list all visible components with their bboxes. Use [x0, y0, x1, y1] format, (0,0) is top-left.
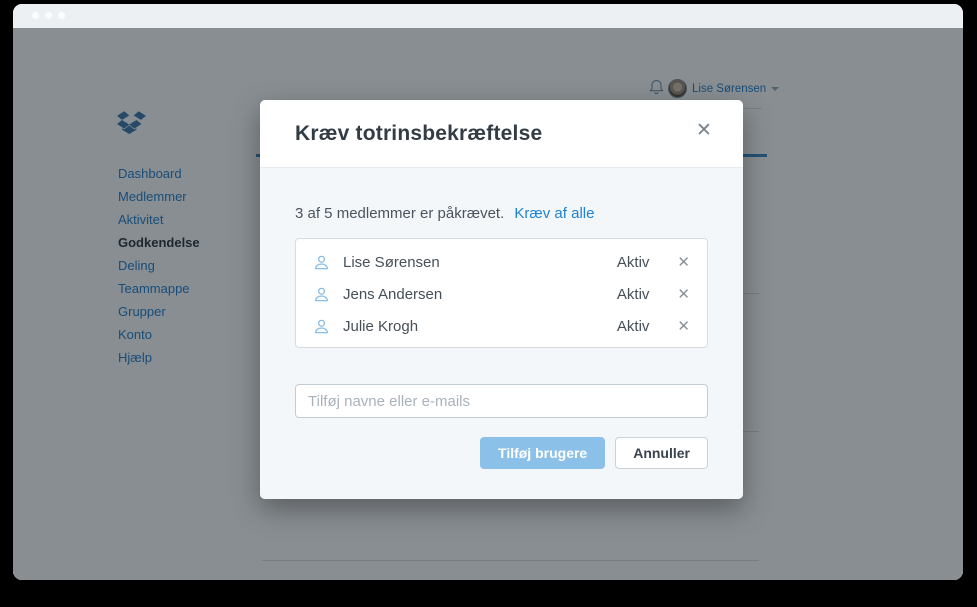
- summary-row: 3 af 5 medlemmer er påkrævet. Kræv af al…: [295, 168, 708, 222]
- browser-window: Dashboard Medlemmer Aktivitet Godkendels…: [13, 4, 963, 580]
- member-list: Lise Sørensen Aktiv ✕ Jens Andersen Akti…: [295, 238, 708, 348]
- modal-title: Kræv totrinsbekræftelse: [295, 122, 542, 146]
- window-dot-icon[interactable]: [32, 12, 39, 19]
- two-step-verification-modal: Kræv totrinsbekræftelse ✕ 3 af 5 medlemm…: [260, 100, 743, 499]
- window-controls: [32, 12, 65, 19]
- window-titlebar: [13, 4, 963, 28]
- person-icon: [313, 318, 330, 335]
- person-icon: [313, 254, 330, 271]
- remove-member-icon[interactable]: ✕: [677, 255, 690, 270]
- person-icon: [313, 286, 330, 303]
- add-users-button[interactable]: Tilføj brugere: [480, 437, 605, 469]
- remove-member-icon[interactable]: ✕: [677, 287, 690, 302]
- add-users-input[interactable]: [295, 384, 708, 418]
- member-name: Julie Krogh: [343, 318, 418, 335]
- status-badge: Aktiv: [617, 318, 650, 335]
- member-row: Jens Andersen Aktiv ✕: [296, 278, 707, 310]
- status-badge: Aktiv: [617, 286, 650, 303]
- require-all-link[interactable]: Kræv af alle: [514, 205, 594, 222]
- window-dot-icon[interactable]: [45, 12, 52, 19]
- status-badge: Aktiv: [617, 254, 650, 271]
- member-name: Jens Andersen: [343, 286, 442, 303]
- member-row: Julie Krogh Aktiv ✕: [296, 310, 707, 342]
- member-name: Lise Sørensen: [343, 254, 440, 271]
- modal-actions: Tilføj brugere Annuller: [295, 437, 708, 469]
- close-icon[interactable]: ✕: [692, 119, 716, 143]
- remove-member-icon[interactable]: ✕: [677, 319, 690, 334]
- window-dot-icon[interactable]: [58, 12, 65, 19]
- member-row: Lise Sørensen Aktiv ✕: [296, 246, 707, 278]
- cancel-button[interactable]: Annuller: [615, 437, 708, 469]
- modal-body: 3 af 5 medlemmer er påkrævet. Kræv af al…: [260, 167, 743, 499]
- modal-header: Kræv totrinsbekræftelse ✕: [260, 100, 743, 167]
- summary-text: 3 af 5 medlemmer er påkrævet.: [295, 205, 504, 222]
